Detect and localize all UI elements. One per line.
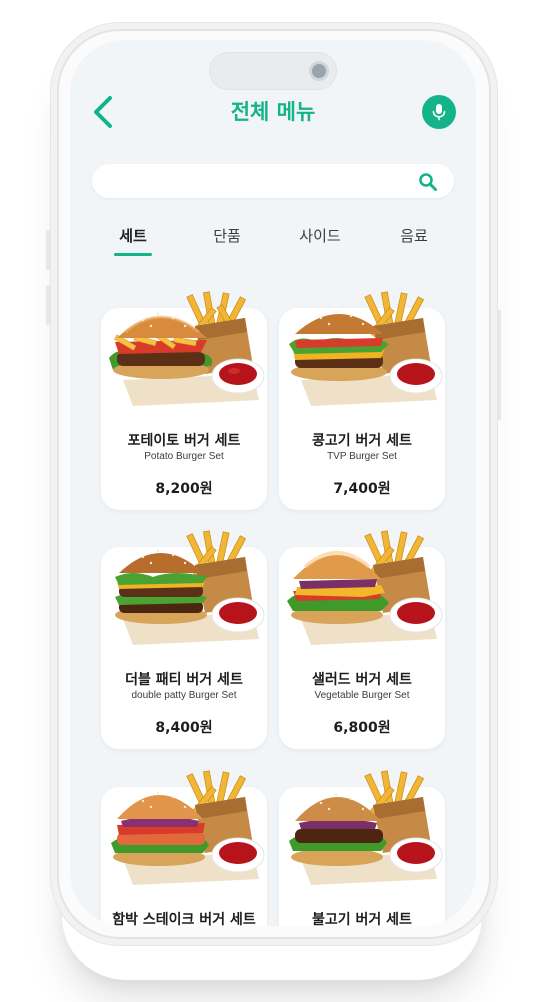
menu-name: 함박 스테이크 버거 세트	[112, 912, 256, 926]
menu-card[interactable]: 포테이토 버거 세트 Potato Burger Set 8,200원	[101, 291, 267, 510]
menu-english-name: double patty Burger Set	[131, 690, 237, 701]
menu-price: 6,800원	[333, 720, 391, 736]
menu-price: 8,400원	[155, 720, 213, 736]
burger-set-image	[289, 291, 443, 406]
burger-set-image	[109, 291, 265, 406]
app-screen: 전체 메뉴 세트 단품 사이드 음료 포테이토 버거 세트 Potato Bur…	[70, 40, 476, 926]
menu-card[interactable]: 샐러드 버거 세트 Vegetable Burger Set 6,800원	[279, 530, 445, 749]
menu-english-name: Vegetable Burger Set	[314, 690, 410, 701]
menu-english-name: Potato Burger Set	[144, 451, 224, 462]
burger-set-image	[111, 770, 265, 885]
menu-name: 콩고기 버거 세트	[312, 433, 412, 449]
voice-search-button[interactable]	[422, 95, 456, 129]
tab-single[interactable]: 단품	[187, 224, 267, 258]
dynamic-island	[209, 52, 337, 90]
menu-name: 불고기 버거 세트	[312, 912, 412, 926]
search-input[interactable]	[106, 164, 410, 200]
category-tabs: 세트 단품 사이드 음료	[70, 224, 476, 264]
menu-card[interactable]: 더블 패티 버거 세트 double patty Burger Set 8,40…	[101, 530, 267, 749]
tab-side[interactable]: 사이드	[280, 224, 360, 258]
menu-card[interactable]: 함박 스테이크 버거 세트	[101, 770, 267, 926]
search-icon[interactable]	[418, 172, 438, 192]
search-bar	[92, 164, 454, 200]
menu-card[interactable]: 불고기 버거 세트	[279, 770, 445, 926]
volume-button	[46, 285, 50, 325]
tab-drink[interactable]: 음료	[374, 224, 454, 258]
mic-icon	[432, 104, 446, 121]
menu-price: 7,400원	[333, 481, 391, 497]
menu-card[interactable]: 콩고기 버거 세트 TVP Burger Set 7,400원	[279, 291, 445, 510]
power-button	[497, 310, 501, 420]
active-tab-indicator	[114, 253, 152, 256]
page-title: 전체 메뉴	[230, 100, 316, 124]
menu-name: 더블 패티 버거 세트	[125, 672, 243, 688]
menu-price: 8,200원	[155, 481, 213, 497]
menu-name: 샐러드 버거 세트	[312, 672, 412, 688]
burger-set-image	[115, 530, 265, 645]
burger-set-image	[289, 770, 443, 885]
menu-english-name: TVP Burger Set	[327, 451, 397, 462]
volume-button	[46, 230, 50, 270]
burger-set-image	[287, 530, 443, 645]
camera-icon	[312, 64, 326, 78]
menu-name: 포테이토 버거 세트	[127, 433, 241, 449]
